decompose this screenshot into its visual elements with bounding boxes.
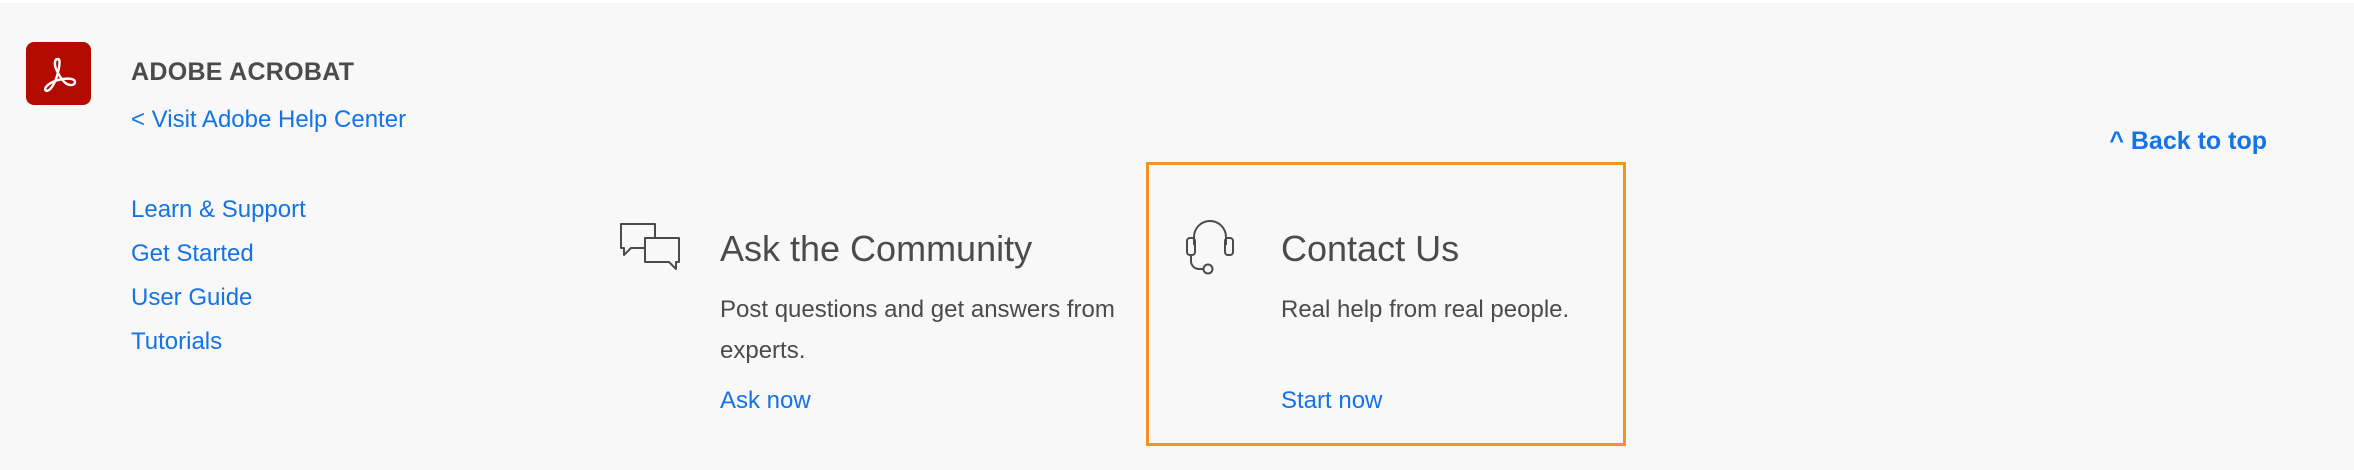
ask-community-card: Ask the Community Post questions and get… <box>602 162 1142 446</box>
chat-bubbles-icon <box>620 223 680 270</box>
card-title: Ask the Community <box>720 228 1033 269</box>
side-nav-item-tutorials: Tutorials <box>131 326 306 370</box>
card-description: Post questions and get answers from expe… <box>720 296 1115 364</box>
ask-now-link[interactable]: Ask now <box>720 387 811 415</box>
side-nav-item-user-guide: User Guide <box>131 282 306 326</box>
card-title: Contact Us <box>1281 228 1460 269</box>
back-to-top-link[interactable]: ^ Back to top <box>2109 127 2267 156</box>
side-nav-link[interactable]: Get Started <box>131 240 254 267</box>
acrobat-logo-icon[interactable] <box>26 42 91 105</box>
side-nav: Learn & Support Get Started User Guide T… <box>131 194 306 370</box>
headset-icon <box>1186 220 1234 275</box>
top-divider <box>0 0 2354 3</box>
contact-us-card: Contact Us Real help from real people. S… <box>1146 162 1626 446</box>
side-nav-link[interactable]: User Guide <box>131 284 252 311</box>
start-now-link[interactable]: Start now <box>1281 387 1382 415</box>
side-nav-item-get-started: Get Started <box>131 238 306 282</box>
acrobat-logo-glyph <box>43 57 76 92</box>
product-name: ADOBE ACROBAT <box>131 58 355 86</box>
visit-help-center-link[interactable]: < Visit Adobe Help Center <box>131 106 406 134</box>
side-nav-link[interactable]: Learn & Support <box>131 196 306 223</box>
side-nav-item-learn-support: Learn & Support <box>131 194 306 238</box>
card-description: Real help from real people. <box>1281 296 1570 323</box>
side-nav-link[interactable]: Tutorials <box>131 328 222 355</box>
